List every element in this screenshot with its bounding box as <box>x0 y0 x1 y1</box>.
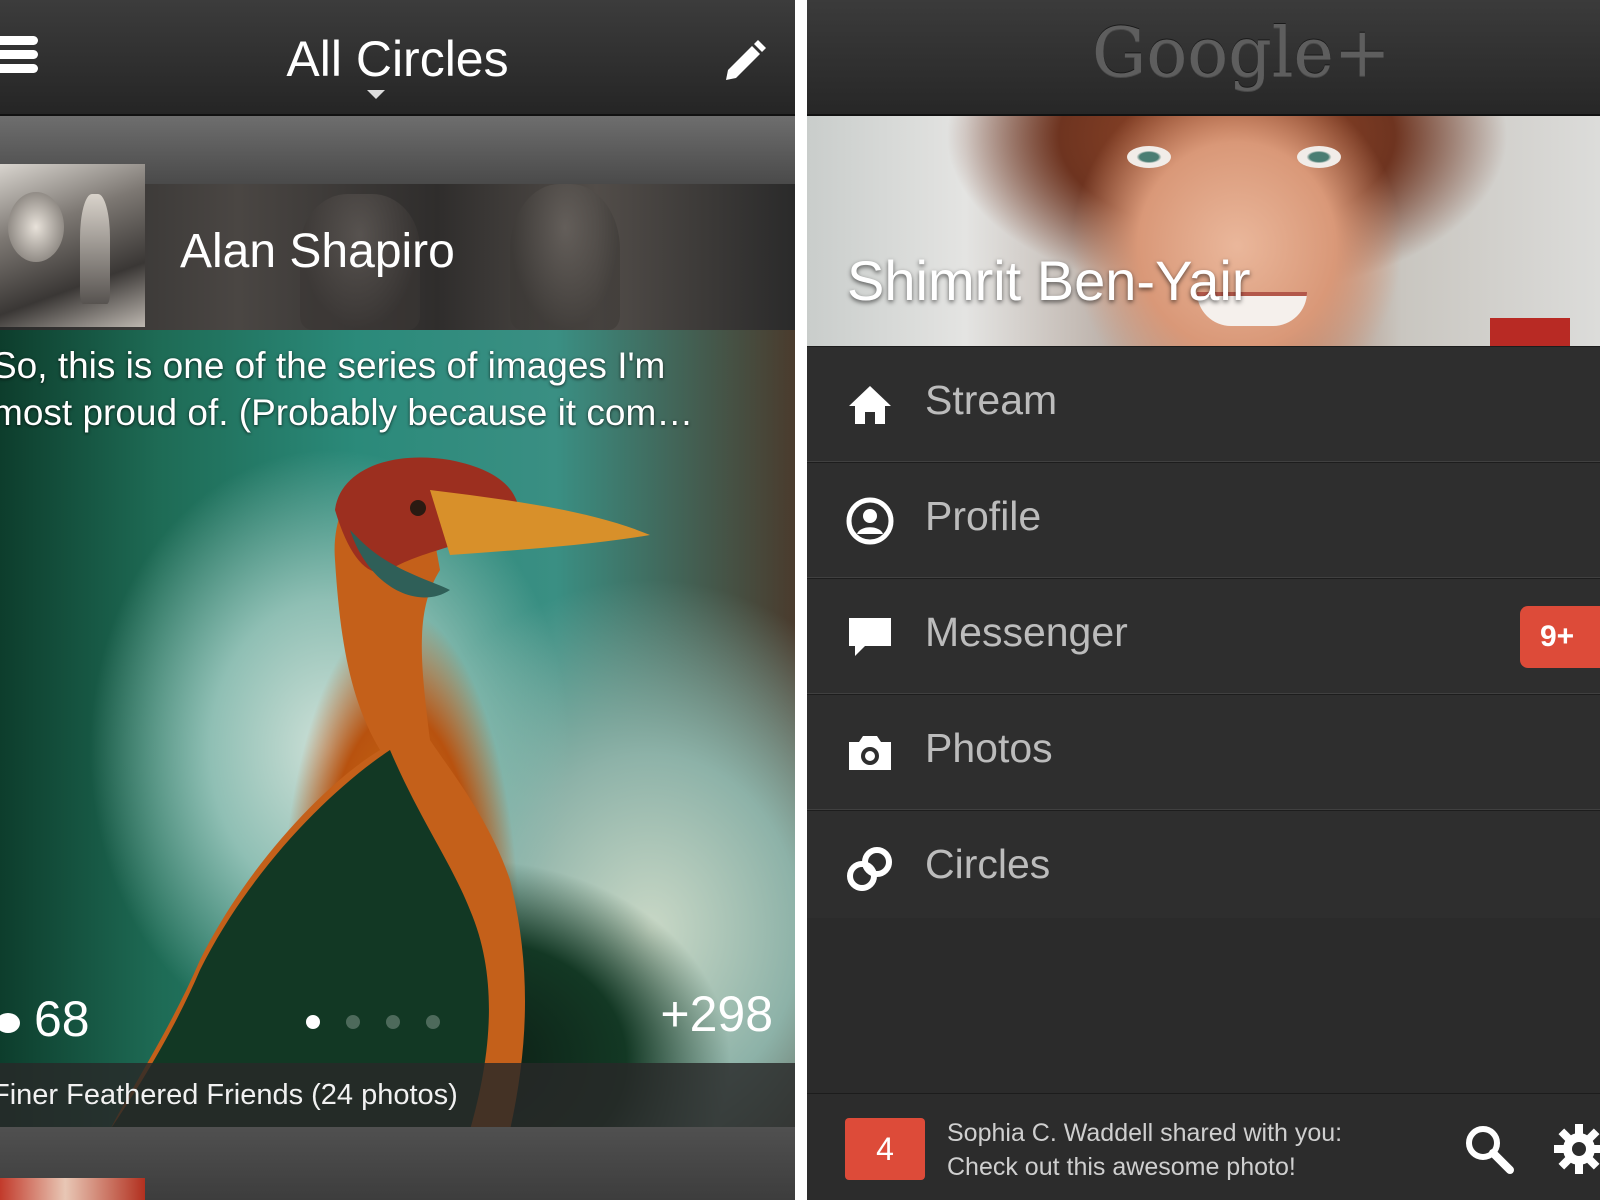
drawer-nav: Stream Profile Messenger 9+ Photos Circl… <box>807 346 1600 926</box>
plus-one-count[interactable]: +298 <box>660 985 773 1043</box>
stream-panel: All Circles Alan Shapiro So, this is one… <box>0 0 795 1200</box>
album-caption[interactable]: Finer Feathered Friends (24 photos) <box>0 1063 795 1127</box>
notification-line-1: Sophia C. Waddell shared with you: <box>947 1119 1343 1147</box>
post-text-line-2: most proud of. (Probably because it com… <box>0 392 694 433</box>
nav-item-label: Messenger <box>925 609 1128 655</box>
nav-item-label: Circles <box>925 841 1051 887</box>
nav-item-label: Profile <box>925 493 1042 539</box>
author-name[interactable]: Alan Shapiro <box>180 224 455 279</box>
camera-icon <box>849 736 891 770</box>
unread-badge: 9+ <box>1520 606 1600 668</box>
profile-icon <box>846 497 894 545</box>
nav-item-photos[interactable]: Photos <box>807 694 1600 810</box>
notification-bar[interactable]: 4 Sophia C. Waddell shared with you: Che… <box>807 1093 1600 1200</box>
next-post-avatar[interactable] <box>0 1178 145 1200</box>
nav-item-circles[interactable]: Circles <box>807 810 1600 926</box>
drawer-header: Google+ <box>807 0 1600 116</box>
comment-count[interactable]: 68 <box>0 990 90 1048</box>
notification-count[interactable]: 4 <box>845 1118 925 1180</box>
home-icon <box>849 386 891 424</box>
nav-item-stream[interactable]: Stream <box>807 346 1600 462</box>
gear-icon[interactable] <box>1552 1122 1600 1176</box>
compose-pencil-icon[interactable] <box>720 34 770 84</box>
nav-item-profile[interactable]: Profile <box>807 462 1600 578</box>
nav-item-label: Photos <box>925 725 1053 771</box>
post-text-line-1: So, this is one of the series of images … <box>0 345 666 386</box>
comment-bubble-icon <box>0 1012 20 1033</box>
navigation-drawer: Google+ Shimrit Ben-Yair Stream Profile <box>807 0 1600 1200</box>
panel-divider <box>795 0 807 1200</box>
circles-icon <box>847 847 892 891</box>
photo-pager-dots[interactable] <box>306 1015 466 1034</box>
google-plus-logo: Google+ <box>1092 14 1391 93</box>
dropdown-caret-icon[interactable] <box>367 90 385 99</box>
circle-selector[interactable]: All Circles <box>0 30 795 88</box>
search-icon[interactable] <box>1462 1122 1516 1176</box>
comment-count-value: 68 <box>34 991 90 1047</box>
album-title: Finer Feathered Friends (24 photos) <box>0 1079 458 1111</box>
nav-item-messenger[interactable]: Messenger 9+ <box>807 578 1600 694</box>
author-avatar[interactable] <box>0 164 145 327</box>
notification-text[interactable]: Sophia C. Waddell shared with you: Check… <box>947 1116 1342 1184</box>
chat-icon <box>849 618 891 656</box>
nav-item-label: Stream <box>925 377 1058 423</box>
post-text[interactable]: So, this is one of the series of images … <box>0 342 782 436</box>
profile-name[interactable]: Shimrit Ben-Yair <box>847 248 1251 313</box>
notification-line-2: Check out this awesome photo! <box>947 1153 1296 1181</box>
drawer-empty-space <box>807 918 1600 1093</box>
stream-toolbar: All Circles <box>0 0 795 116</box>
